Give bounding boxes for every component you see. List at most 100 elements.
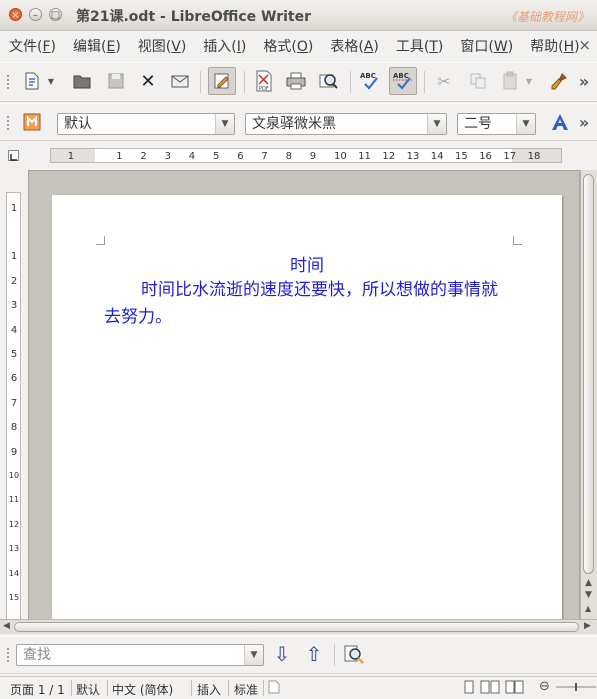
print-preview-icon[interactable]: [314, 67, 342, 95]
find-replace-icon[interactable]: [340, 640, 368, 668]
styles-formatting-icon[interactable]: [18, 108, 46, 136]
document-close-icon[interactable]: ×: [578, 36, 591, 54]
window-title: 第21课.odt - LibreOffice Writer: [76, 9, 312, 25]
document-modified-icon[interactable]: [268, 680, 280, 697]
menu-view[interactable]: 视图(V): [129, 36, 195, 56]
new-document-icon[interactable]: [18, 67, 46, 95]
ruler-number: 17: [503, 151, 517, 162]
new-dropdown-arrow-icon[interactable]: ▼: [44, 67, 58, 95]
scroll-left-arrow-icon[interactable]: ◀: [3, 621, 10, 631]
email-icon[interactable]: [166, 67, 194, 95]
status-page-style[interactable]: 默认: [76, 681, 100, 698]
window-close-button[interactable]: ×: [9, 8, 22, 21]
book-view-icon[interactable]: [505, 680, 525, 697]
status-separator: [71, 680, 72, 696]
text-boundary-corner: [513, 236, 522, 245]
cut-x-icon[interactable]: ✕: [134, 67, 162, 95]
scrollbar-thumb[interactable]: [14, 622, 579, 632]
zoom-slider[interactable]: [556, 680, 596, 697]
find-toolbar: 查找 ▼ ⇩ ⇧: [0, 636, 597, 674]
status-language[interactable]: 中文 (简体): [112, 681, 173, 698]
menu-file[interactable]: 文件(F): [0, 36, 64, 56]
scroll-up-arrow-icon[interactable]: ▲: [585, 578, 592, 588]
open-icon[interactable]: [68, 67, 96, 95]
ruler-number: 1: [67, 151, 75, 162]
scroll-down-arrow-icon[interactable]: ▼: [585, 590, 592, 600]
vertical-scrollbar[interactable]: ▲ ▼ ▲: [580, 170, 597, 622]
find-placeholder: 查找: [23, 647, 51, 663]
paste-dropdown-arrow-icon[interactable]: ▼: [522, 67, 536, 95]
chevron-down-icon[interactable]: ▼: [427, 114, 446, 134]
ruler-strip[interactable]: 1 1 2 3 4 5 6 7 8 9 10 11 12 13 14 15 16 17 18: [50, 148, 562, 163]
status-page-count[interactable]: 页面 1 / 1: [10, 681, 65, 698]
paste-icon[interactable]: [496, 67, 524, 95]
ruler-number: 2: [140, 151, 147, 162]
ruler-number: 10: [334, 151, 347, 162]
chevron-down-icon[interactable]: ▼: [244, 645, 263, 665]
edit-mode-icon[interactable]: [208, 67, 236, 95]
toolbar-grip-icon[interactable]: [6, 647, 10, 663]
status-selection-mode[interactable]: 标准: [234, 681, 258, 698]
document-paragraph[interactable]: 时间比水流逝的速度还要快，所以想做的事情就去努力。: [104, 277, 510, 331]
save-icon[interactable]: [102, 67, 130, 95]
document-page[interactable]: 时间 时间比水流逝的速度还要快，所以想做的事情就去努力。: [52, 195, 562, 621]
toolbar-grip-icon[interactable]: [6, 115, 10, 131]
chevron-down-icon[interactable]: ▼: [215, 114, 234, 134]
horizontal-ruler[interactable]: 1 1 2 3 4 5 6 7 8 9 10 11 12 13 14 15 16 17 18: [0, 142, 597, 166]
font-size-select[interactable]: 二号 ▼: [457, 113, 536, 135]
scissors-icon[interactable]: ✂: [430, 67, 458, 95]
status-insert-mode[interactable]: 插入: [197, 681, 221, 698]
watermark-text: 《基础教程网》: [504, 10, 589, 24]
find-previous-up-icon[interactable]: ⇧: [300, 640, 328, 668]
menu-bar: 文件(F) 编辑(E) 视图(V) 插入(I) 格式(O) 表格(A) 工具(T…: [0, 31, 597, 61]
chevron-down-icon[interactable]: ▼: [516, 114, 535, 134]
document-heading[interactable]: 时间: [52, 251, 562, 276]
menu-insert[interactable]: 插入(I): [194, 36, 254, 56]
ruler-number: 15: [8, 593, 20, 602]
font-name-value: 文泉驿微米黑: [252, 116, 336, 132]
menu-table[interactable]: 表格(A): [321, 36, 387, 56]
ruler-number: 9: [10, 446, 18, 458]
toolbar-separator: [424, 71, 425, 93]
autospellcheck-icon[interactable]: ABC: [389, 67, 417, 95]
multi-page-view-icon[interactable]: [480, 680, 500, 697]
vertical-ruler[interactable]: 1 1 2 3 4 5 6 7 8 9 10 11 12 13 14 15: [6, 192, 21, 620]
ruler-number: 12: [8, 519, 20, 529]
toolbar-separator: [350, 71, 351, 93]
toolbar-overflow-icon[interactable]: »: [574, 108, 594, 136]
status-separator: [191, 680, 192, 696]
menu-window[interactable]: 窗口(W): [451, 36, 521, 56]
spellcheck-icon[interactable]: ABC: [356, 67, 384, 95]
zoom-out-icon[interactable]: ⊖: [539, 679, 550, 694]
scrollbar-thumb[interactable]: [583, 174, 594, 574]
previous-page-icon[interactable]: ▲: [585, 604, 591, 613]
single-page-view-icon[interactable]: [462, 680, 476, 697]
print-icon[interactable]: [282, 67, 310, 95]
ruler-number: 6: [237, 151, 244, 162]
horizontal-scrollbar[interactable]: ◀ ▶: [0, 619, 597, 634]
menu-format[interactable]: 格式(O): [254, 36, 321, 56]
toolbar-grip-icon[interactable]: [6, 74, 10, 90]
paragraph-style-select[interactable]: 默认 ▼: [57, 113, 235, 135]
ruler-number: 12: [382, 151, 396, 162]
tab-stop-type-icon[interactable]: [8, 150, 19, 161]
ruler-number: 10: [8, 471, 20, 480]
menu-edit[interactable]: 编辑(E): [64, 36, 129, 56]
window-minimize-button[interactable]: –: [29, 8, 42, 21]
status-separator: [228, 680, 229, 696]
font-name-select[interactable]: 文泉驿微米黑 ▼: [245, 113, 447, 135]
copy-icon[interactable]: [464, 67, 492, 95]
ruler-number: 7: [10, 397, 18, 409]
fontwork-a-icon[interactable]: [546, 108, 574, 136]
menu-tools[interactable]: 工具(T): [387, 36, 452, 56]
document-area[interactable]: 时间 时间比水流逝的速度还要快，所以想做的事情就去努力。: [28, 170, 580, 622]
find-input[interactable]: 查找 ▼: [16, 644, 264, 666]
window-maximize-button[interactable]: □: [49, 8, 62, 21]
ruler-number: 5: [213, 151, 220, 162]
format-paintbrush-icon[interactable]: [546, 67, 574, 95]
scroll-right-arrow-icon[interactable]: ▶: [584, 621, 591, 631]
find-next-down-icon[interactable]: ⇩: [268, 640, 296, 668]
export-pdf-icon[interactable]: PDF: [250, 67, 278, 95]
toolbar-overflow-icon[interactable]: »: [574, 67, 594, 95]
ruler-number: 3: [164, 151, 171, 162]
